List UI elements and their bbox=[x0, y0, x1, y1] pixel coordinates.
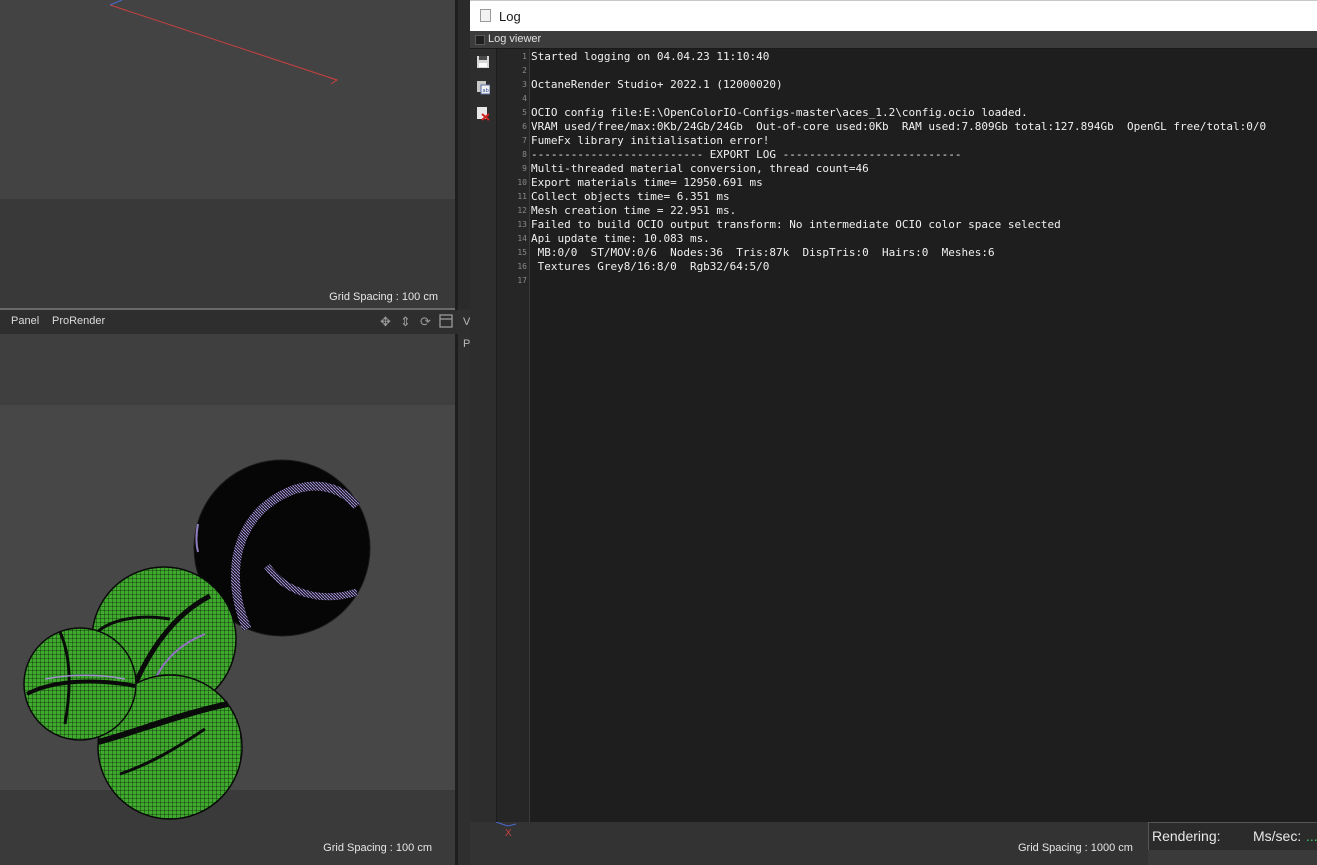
line-number: 16 bbox=[517, 262, 527, 271]
line-number: 9 bbox=[522, 164, 527, 173]
log-line: Multi-threaded material conversion, thre… bbox=[531, 162, 869, 175]
ms-sec-value: ... bbox=[1306, 828, 1317, 844]
log-line: OCIO config file:E:\OpenColorIO-Configs-… bbox=[531, 106, 1028, 119]
log-line: FumeFx library initialisation error! bbox=[531, 134, 770, 147]
top-viewport[interactable]: Grid Spacing : 100 cm bbox=[0, 0, 455, 308]
ms-sec-label: Ms/sec: bbox=[1253, 828, 1302, 844]
menu-panel[interactable]: Panel bbox=[11, 315, 39, 327]
line-number: 10 bbox=[517, 178, 527, 187]
line-number: 14 bbox=[517, 234, 527, 243]
copy-icon[interactable]: ab bbox=[476, 80, 491, 95]
line-number: 17 bbox=[517, 276, 527, 285]
rendering-label: Rendering: bbox=[1152, 828, 1221, 844]
pan-view-icon[interactable]: ⇕ bbox=[398, 314, 413, 329]
log-line: Api update time: 10.083 ms. bbox=[531, 232, 710, 245]
log-title: Log bbox=[499, 9, 521, 24]
log-title-bar[interactable]: Log bbox=[470, 0, 1317, 31]
svg-text:ab: ab bbox=[483, 88, 489, 94]
grid-spacing-label: Grid Spacing : 100 cm bbox=[323, 842, 432, 854]
menu-prorender[interactable]: ProRender bbox=[52, 315, 105, 327]
log-viewer-header: Log viewer bbox=[470, 31, 1317, 49]
line-number: 3 bbox=[522, 80, 527, 89]
log-viewer-toggle[interactable] bbox=[475, 35, 485, 45]
attribute-panel-edge: V P bbox=[458, 310, 470, 865]
log-line: OctaneRender Studio+ 2022.1 (12000020) bbox=[531, 78, 783, 91]
line-number: 15 bbox=[517, 248, 527, 257]
grid-spacing-label: Grid Spacing : 100 cm bbox=[329, 291, 438, 303]
log-line: VRAM used/free/max:0Kb/24Gb/24Gb Out-of-… bbox=[531, 120, 1267, 133]
axis-gizmo bbox=[109, 0, 339, 85]
log-toolbar: ab bbox=[470, 49, 497, 822]
line-number: 13 bbox=[517, 220, 527, 229]
clear-log-icon[interactable] bbox=[476, 106, 490, 121]
line-number: 8 bbox=[522, 150, 527, 159]
line-number: 11 bbox=[517, 192, 527, 201]
z-axis-line bbox=[109, 0, 123, 6]
axis-x-label: X bbox=[505, 828, 512, 839]
x-axis-arrowhead bbox=[327, 76, 339, 85]
line-number: 4 bbox=[522, 94, 527, 103]
log-lines: 1 Started logging on 04.04.23 11:10:40 2 3 O… bbox=[497, 49, 1317, 822]
log-line: MB:0/0 ST/MOV:0/6 Nodes:36 Tris:87k Disp… bbox=[531, 246, 995, 259]
line-number: 12 bbox=[517, 206, 527, 215]
move-view-icon[interactable]: ✥ bbox=[378, 314, 393, 329]
log-line: Started logging on 04.04.23 11:10:40 bbox=[531, 50, 770, 63]
green-sphere-left bbox=[23, 627, 137, 741]
rotate-view-icon[interactable]: ⟳ bbox=[418, 314, 433, 329]
save-icon[interactable] bbox=[476, 55, 490, 70]
line-number: 2 bbox=[522, 66, 527, 75]
line-number: 6 bbox=[522, 122, 527, 131]
render-status: Rendering: Ms/sec: ... bbox=[1148, 822, 1317, 851]
log-window-icon bbox=[480, 9, 491, 22]
x-axis-line bbox=[109, 4, 338, 81]
maximize-view-icon[interactable] bbox=[438, 314, 453, 329]
log-line: Failed to build OCIO output transform: N… bbox=[531, 218, 1061, 231]
grid-spacing-label: Grid Spacing : 1000 cm bbox=[1018, 842, 1133, 854]
line-number: 7 bbox=[522, 136, 527, 145]
log-line: Textures Grey8/16:8/0 Rgb32/64:5/0 bbox=[531, 260, 770, 273]
line-number: 1 bbox=[522, 52, 527, 61]
sphere-render bbox=[23, 459, 371, 820]
log-line: Export materials time= 12950.691 ms bbox=[531, 176, 763, 189]
log-line: -------------------------- EXPORT LOG --… bbox=[531, 148, 962, 161]
line-number: 5 bbox=[522, 108, 527, 117]
perspective-viewport[interactable]: Grid Spacing : 100 cm bbox=[0, 334, 455, 865]
log-line: Mesh creation time = 22.951 ms. bbox=[531, 204, 737, 217]
viewport-menubar: Panel ProRender ✥ ⇕ ⟳ bbox=[0, 310, 458, 334]
log-viewer-label: Log viewer bbox=[488, 33, 542, 45]
status-footer bbox=[1148, 850, 1317, 865]
log-line: Collect objects time= 6.351 ms bbox=[531, 190, 730, 203]
